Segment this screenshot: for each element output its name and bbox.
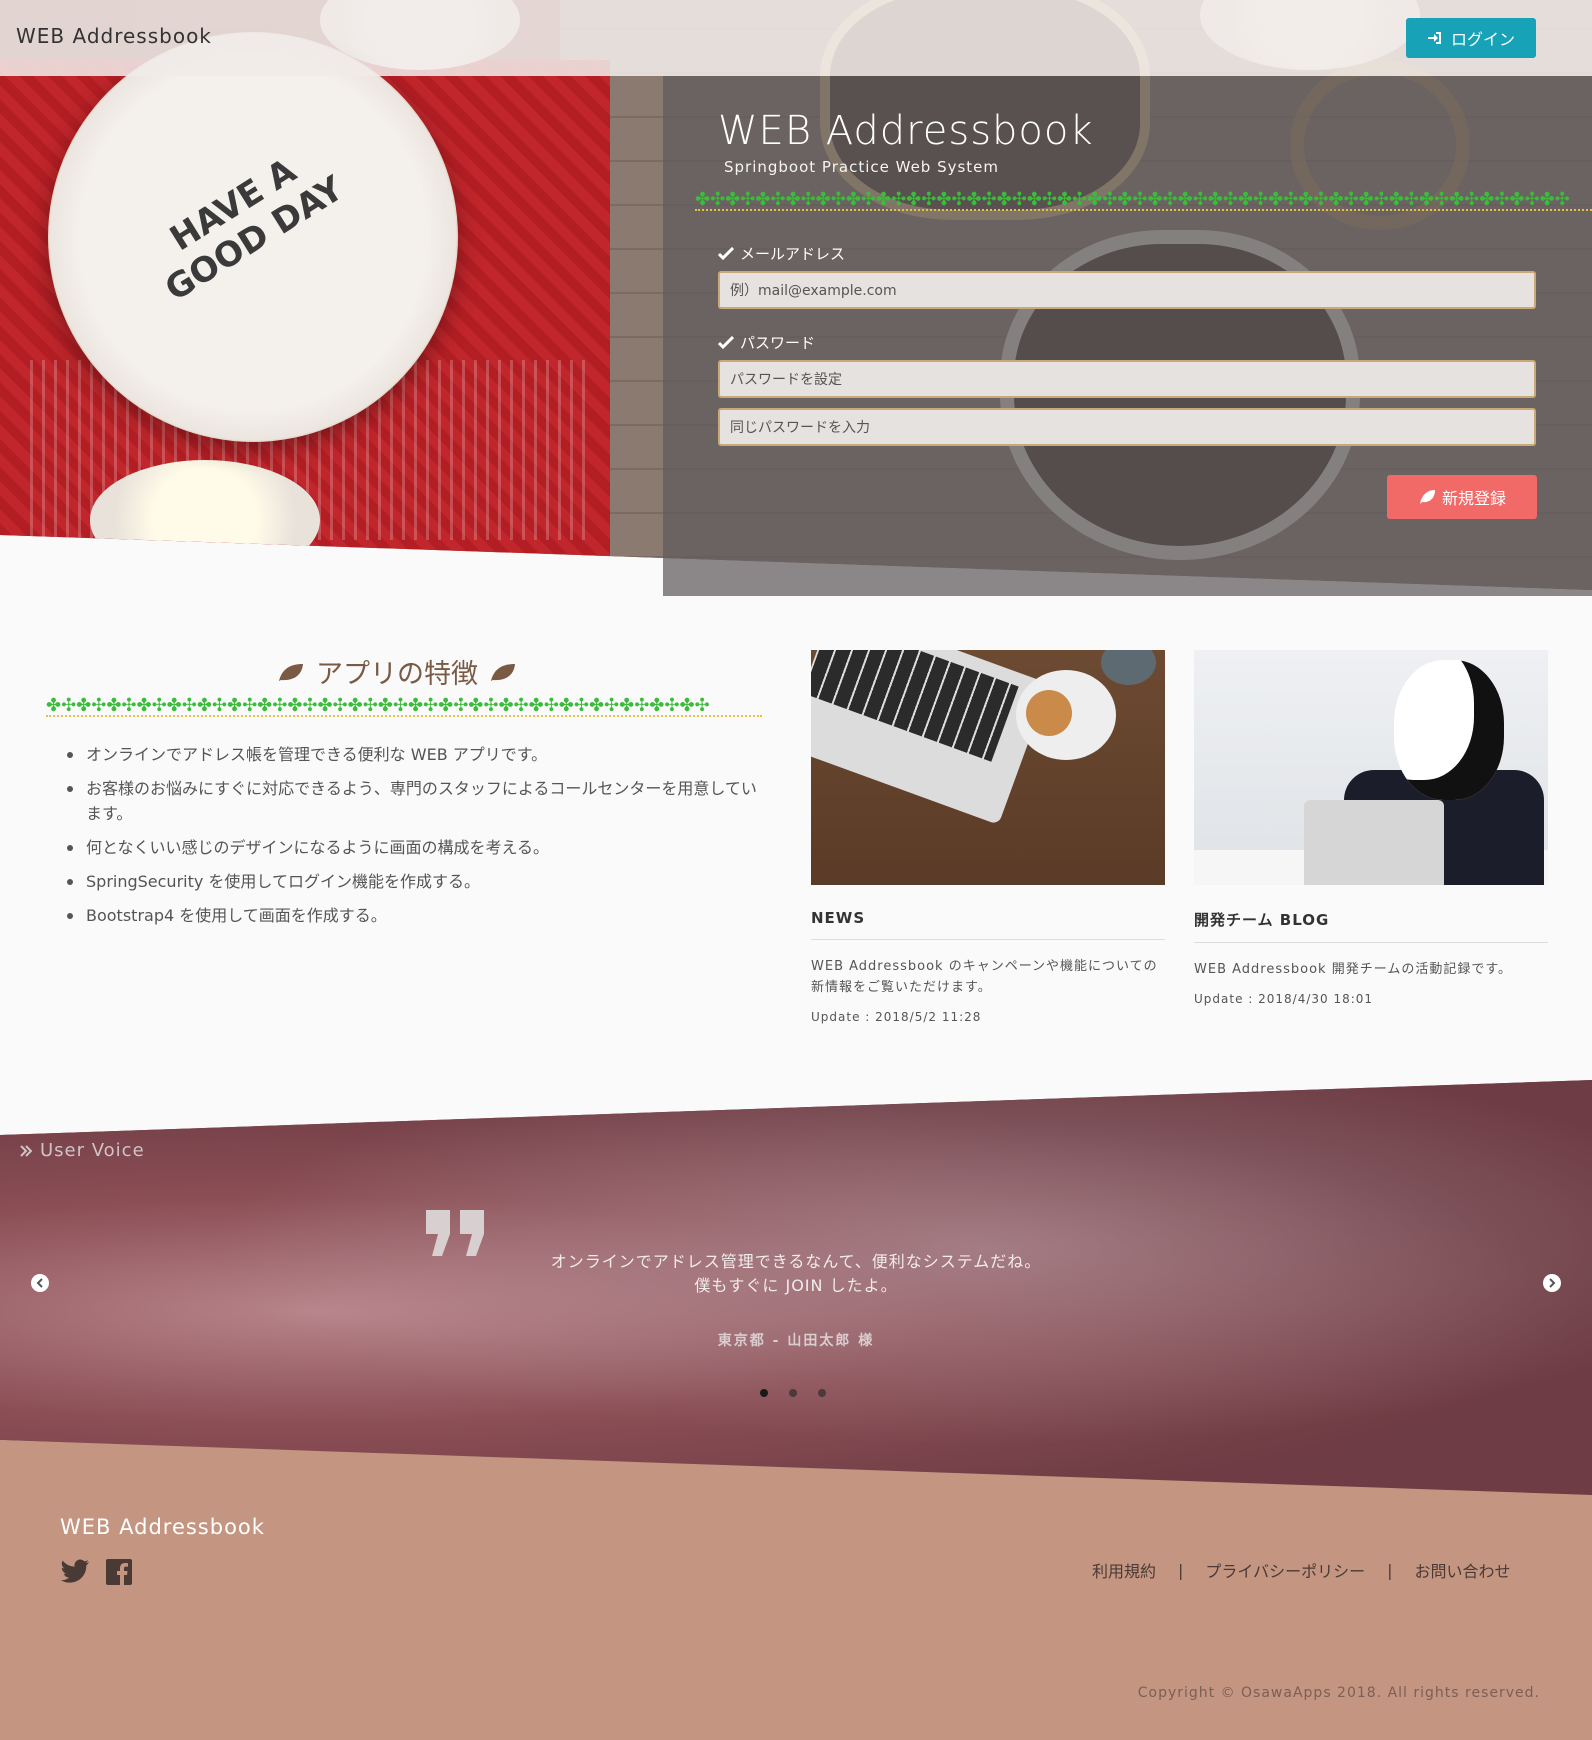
footer-brand: WEB Addressbook [60, 1515, 265, 1539]
plate-text: HAVE A GOOD DAY [158, 150, 351, 310]
separator: | [1178, 1560, 1184, 1580]
hero-subtitle: Springboot Practice Web System [724, 158, 1000, 176]
features-title: アプリの特徴 [276, 652, 518, 691]
news-image [811, 650, 1165, 885]
card-date: Update : 2018/4/30 18:01 [1194, 992, 1374, 1006]
social-links [60, 1558, 134, 1586]
chevron-left-icon [36, 1278, 43, 1288]
card-title[interactable]: NEWS [811, 909, 1165, 940]
password-label: パスワード [718, 332, 815, 353]
login-button-label: ログイン [1450, 30, 1515, 49]
login-button[interactable]: ログイン [1406, 18, 1536, 58]
twitter-icon[interactable] [60, 1558, 90, 1586]
blog-card[interactable]: 開発チーム BLOG WEB Addressbook 開発チームの活動記録です。… [1194, 650, 1548, 1006]
clover-divider: ✤✣✤✣✤✣✤✣✤✣✤✣✤✣✤✣✤✣✤✣✤✣✤✣✤✣✤✣✤✣✤✣✤✣✤✣✤✣✤✣… [695, 190, 1592, 214]
hero-title: WEB Addressbook [718, 108, 1094, 154]
sign-in-icon [1427, 32, 1441, 44]
carousel-indicator[interactable] [818, 1389, 826, 1397]
plate-image: HAVE A GOOD DAY [48, 32, 458, 442]
navbar-brand[interactable]: WEB Addressbook [16, 24, 212, 48]
leaf-icon [1419, 490, 1435, 504]
card-text: WEB Addressbook のキャンペーンや機能についての新情報をご覧いただ… [811, 959, 1158, 995]
footer-link-contact[interactable]: お問い合わせ [1414, 1558, 1510, 1582]
voice-author: 東京都 - 山田太郎 様 [717, 1333, 875, 1349]
email-label: メールアドレス [718, 243, 845, 264]
separator: | [1387, 1560, 1393, 1580]
user-voice-label: User Voice [20, 1140, 145, 1161]
check-icon [718, 246, 734, 260]
carousel-indicators [760, 1389, 826, 1397]
carousel-prev-button[interactable] [31, 1274, 49, 1292]
password-confirm-input[interactable]: 同じパスワードを入力 [718, 408, 1536, 446]
card-date: Update : 2018/5/2 11:28 [811, 1010, 982, 1024]
signup-button[interactable]: 新規登録 [1387, 475, 1537, 519]
list-item: 何となくいい感じのデザインになるように画面の構成を考える。 [64, 835, 764, 860]
blog-image [1194, 650, 1548, 885]
double-chevron-right-icon [20, 1144, 32, 1157]
card-text: WEB Addressbook 開発チームの活動記録です。 [1194, 962, 1513, 977]
list-item: SpringSecurity を使用してログイン機能を作成する。 [64, 869, 764, 894]
carousel-indicator[interactable] [760, 1389, 768, 1397]
clover-divider: ✤✣✤✣✤✣✤✣✤✣✤✣✤✣✤✣✤✣✤✣✤✣✤✣✤✣✤✣✤✣✤✣✤✣✤✣✤✣✤✣… [46, 696, 762, 720]
list-item: オンラインでアドレス帳を管理できる便利な WEB アプリです。 [64, 742, 764, 767]
features-list: オンラインでアドレス帳を管理できる便利な WEB アプリです。 お客様のお悩みに… [64, 742, 764, 937]
carousel-next-button[interactable] [1543, 1274, 1561, 1292]
email-input[interactable]: 例）mail@example.com [718, 271, 1536, 309]
leaf-icon [491, 663, 515, 681]
list-item: お客様のお悩みにすぐに対応できるよう、専門のスタッフによるコールセンターを用意し… [64, 776, 764, 826]
check-icon [718, 335, 734, 349]
leaf-icon [279, 663, 303, 681]
card-title[interactable]: 開発チーム BLOG [1194, 909, 1548, 943]
signup-button-label: 新規登録 [1441, 489, 1506, 508]
footer-link-privacy[interactable]: プライバシーポリシー [1205, 1558, 1365, 1582]
footer-link-terms[interactable]: 利用規約 [1092, 1558, 1156, 1582]
copyright: Copyright © OsawaApps 2018. All rights r… [1137, 1685, 1540, 1701]
news-card[interactable]: NEWS WEB Addressbook のキャンペーンや機能についての新情報を… [811, 650, 1165, 1024]
facebook-icon[interactable] [104, 1558, 134, 1586]
carousel-indicator[interactable] [789, 1389, 797, 1397]
navbar: WEB Addressbook ログイン [0, 0, 1592, 76]
footer-links: 利用規約 | プライバシーポリシー | お問い合わせ [1092, 1558, 1511, 1582]
voice-quote: オンラインでアドレス管理できるなんて、便利なシステムだね。 僕もすぐに JOIN… [550, 1252, 1042, 1295]
password-input[interactable]: パスワードを設定 [718, 360, 1536, 398]
chevron-right-icon [1549, 1278, 1556, 1288]
list-item: Bootstrap4 を使用して画面を作成する。 [64, 903, 764, 928]
